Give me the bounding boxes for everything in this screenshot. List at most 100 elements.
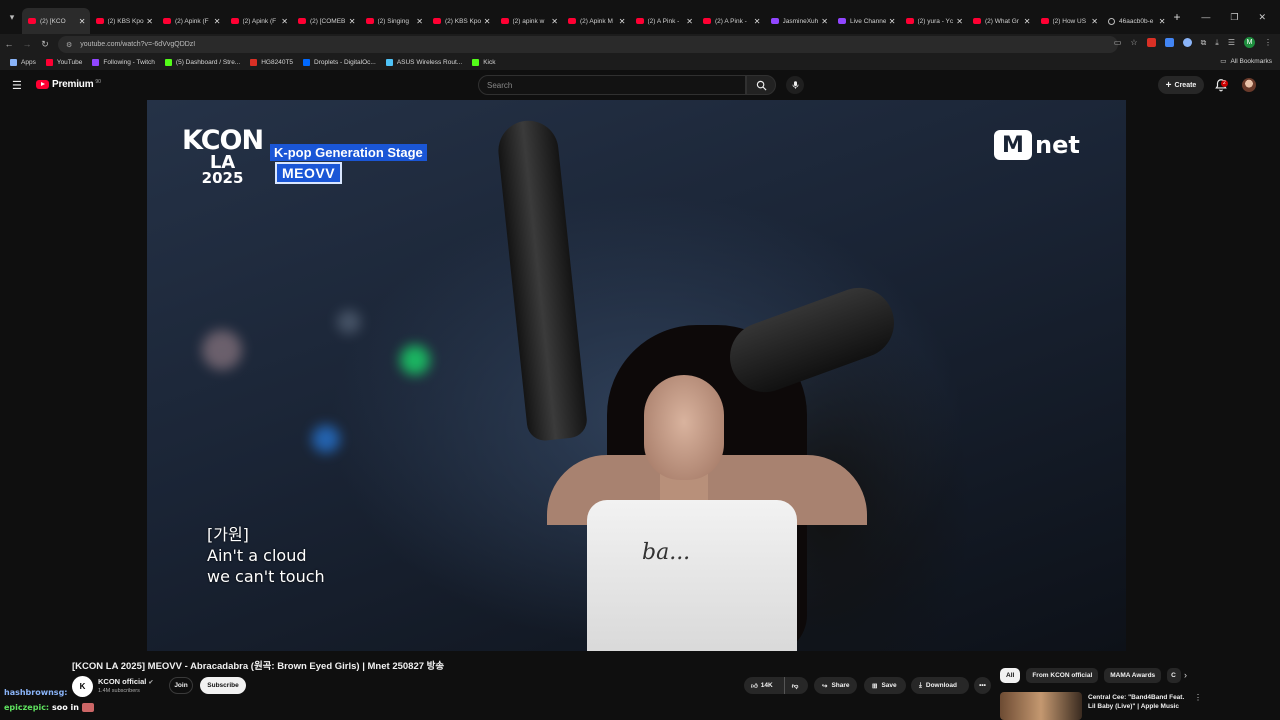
browser-tab[interactable]: (2) A Pink - ✕ — [630, 8, 698, 34]
extension-red-icon[interactable] — [1146, 38, 1156, 47]
bookmark-item[interactable]: Apps — [10, 58, 36, 66]
browser-tab[interactable]: Live Channe ✕ — [832, 8, 900, 34]
close-window-icon[interactable]: ✕ — [1258, 12, 1266, 23]
subscriber-count: 1.4M subscribers — [98, 688, 140, 694]
close-tab-icon[interactable]: ✕ — [1024, 17, 1031, 26]
back-icon[interactable]: ← — [0, 39, 18, 49]
close-tab-icon[interactable]: ✕ — [889, 17, 896, 26]
create-button[interactable]: + Create — [1158, 76, 1204, 94]
site-info-icon[interactable]: ⚙ — [66, 41, 72, 49]
youtube-favicon-icon — [1040, 18, 1049, 24]
more-horizontal-icon: ••• — [979, 682, 986, 689]
extension-audio-icon[interactable] — [1182, 38, 1192, 47]
video-player[interactable]: KCON LA 2025 K-pop Generation Stage MEOV… — [147, 100, 1126, 651]
restore-icon[interactable]: ❐ — [1230, 12, 1238, 23]
close-tab-icon[interactable]: ✕ — [1091, 17, 1098, 26]
recommended-menu-icon[interactable]: ⋮ — [1194, 693, 1202, 702]
new-tab-icon[interactable]: + — [1174, 10, 1190, 24]
forward-icon[interactable]: → — [18, 39, 36, 49]
bookmark-item[interactable]: (5) Dashboard / Stre... — [164, 58, 240, 66]
create-label: Create — [1174, 81, 1197, 89]
microphone-icon — [792, 81, 798, 89]
reload-icon[interactable]: ↻ — [36, 39, 54, 50]
search-input[interactable]: Search — [478, 75, 746, 95]
bookmark-item[interactable]: ASUS Wireless Rout... — [385, 58, 462, 66]
download-button[interactable]: ⤓ Download — [911, 677, 969, 694]
tab-title: JasmineXuh — [782, 17, 819, 25]
bookmark-item[interactable]: Following - Twitch — [92, 58, 155, 66]
close-tab-icon[interactable]: ✕ — [686, 17, 693, 26]
close-tab-icon[interactable]: ✕ — [214, 17, 221, 26]
browser-tab[interactable]: (2) KBS Kpo ✕ — [90, 8, 158, 34]
close-tab-icon[interactable]: ✕ — [416, 17, 423, 26]
browser-tab[interactable]: (2) [COMEB ✕ — [292, 8, 360, 34]
close-tab-icon[interactable]: ✕ — [484, 17, 491, 26]
filter-chip[interactable]: All — [1000, 668, 1021, 683]
close-tab-icon[interactable]: ✕ — [349, 17, 356, 26]
more-actions-button[interactable]: ••• — [974, 677, 991, 694]
extension-blue-icon[interactable] — [1164, 38, 1174, 47]
mnet-logo: M net — [994, 130, 1080, 160]
search-button[interactable] — [746, 75, 776, 95]
close-tab-icon[interactable]: ✕ — [79, 17, 86, 26]
browser-tab[interactable]: (2) Singing ✕ — [360, 8, 428, 34]
browser-tab[interactable]: (2) Apink (F ✕ — [157, 8, 225, 34]
url-bar[interactable]: ⚙ youtube.com/watch?v=-6dVvgQDDzI — [58, 36, 1118, 53]
bookmark-item[interactable]: YouTube — [45, 58, 83, 66]
recommended-title[interactable]: Central Cee: "Band4Band Feat. Lil Baby (… — [1088, 693, 1188, 711]
close-tab-icon[interactable]: ✕ — [551, 17, 558, 26]
close-tab-icon[interactable]: ✕ — [821, 17, 828, 26]
browser-tab[interactable]: (2) apink w ✕ — [495, 8, 563, 34]
share-button[interactable]: ↪ Share — [814, 677, 857, 694]
browser-tab[interactable]: 46aacb0b-e ✕ — [1102, 8, 1170, 34]
customize-icon[interactable]: ☰ — [1228, 38, 1235, 47]
join-button[interactable]: Join — [169, 677, 193, 694]
account-avatar[interactable] — [1242, 78, 1256, 92]
dislike-button[interactable]: 👎︎ — [783, 677, 806, 694]
youtube-logo[interactable]: Premium 90 — [36, 79, 101, 90]
tab-title: (2) What Gr — [985, 17, 1019, 25]
channel-avatar[interactable]: K — [72, 676, 93, 697]
bookmark-item[interactable]: Kick — [472, 58, 495, 66]
chevron-right-icon[interactable]: › — [1184, 670, 1187, 680]
browser-tab[interactable]: (2) What Gr ✕ — [967, 8, 1035, 34]
minimize-icon[interactable]: — — [1201, 12, 1210, 23]
profile-avatar[interactable]: M — [1244, 37, 1255, 48]
like-button[interactable]: 👍︎ 14K — [744, 677, 780, 694]
close-tab-icon[interactable]: ✕ — [956, 17, 963, 26]
browser-tab[interactable]: (2) KBS Kpo ✕ — [427, 8, 495, 34]
close-tab-icon[interactable]: ✕ — [619, 17, 626, 26]
browser-tab[interactable]: (2) How US ✕ — [1035, 8, 1103, 34]
browser-tab[interactable]: JasmineXuh ✕ — [765, 8, 833, 34]
tab-title: (2) Apink M — [580, 17, 613, 25]
browser-tab[interactable]: (2) A Pink - ✕ — [697, 8, 765, 34]
subscribe-button[interactable]: Subscribe — [200, 677, 246, 694]
voice-search-button[interactable] — [786, 76, 804, 94]
bookmark-label: YouTube — [56, 58, 83, 66]
tab-search-icon[interactable]: ▾ — [2, 7, 22, 27]
guide-menu-icon[interactable]: ☰ — [12, 79, 22, 92]
save-button[interactable]: ⊞ Save — [864, 677, 906, 694]
browser-tab[interactable]: (2) [KCO ✕ — [22, 8, 90, 34]
filter-chip[interactable]: C — [1167, 668, 1182, 683]
download-icon[interactable]: ⤓ — [1215, 38, 1219, 48]
bookmark-item[interactable]: HG8240T5 — [250, 58, 293, 66]
channel-name[interactable]: KCON official ✔ — [98, 677, 153, 686]
filter-chip[interactable]: MAMA Awards — [1104, 668, 1162, 683]
filter-chip[interactable]: From KCON official — [1026, 668, 1099, 683]
browser-tab[interactable]: (2) yura - Yc ✕ — [900, 8, 968, 34]
browser-menu-icon[interactable]: ⋮ — [1264, 38, 1272, 47]
browser-tab[interactable]: (2) Apink M ✕ — [562, 8, 630, 34]
close-tab-icon[interactable]: ✕ — [146, 17, 153, 26]
bookmark-item[interactable]: Droplets - DigitalOc... — [303, 58, 376, 66]
close-tab-icon[interactable]: ✕ — [754, 17, 761, 26]
close-tab-icon[interactable]: ✕ — [1159, 17, 1166, 26]
all-bookmarks-button[interactable]: ▭ All Bookmarks — [1220, 57, 1272, 66]
recommended-thumbnail[interactable] — [1000, 692, 1082, 720]
tab-list: (2) [KCO ✕ (2) KBS Kpo ✕ (2) Apink (F ✕ (2) Ap… — [22, 0, 1170, 34]
close-tab-icon[interactable]: ✕ — [281, 17, 288, 26]
extensions-puzzle-icon[interactable]: ⧉ — [1201, 38, 1207, 48]
browser-tab[interactable]: (2) Apink (F ✕ — [225, 8, 293, 34]
bookmark-star-icon[interactable]: ☆ — [1130, 38, 1137, 47]
install-app-icon[interactable]: ▭ — [1114, 38, 1122, 47]
